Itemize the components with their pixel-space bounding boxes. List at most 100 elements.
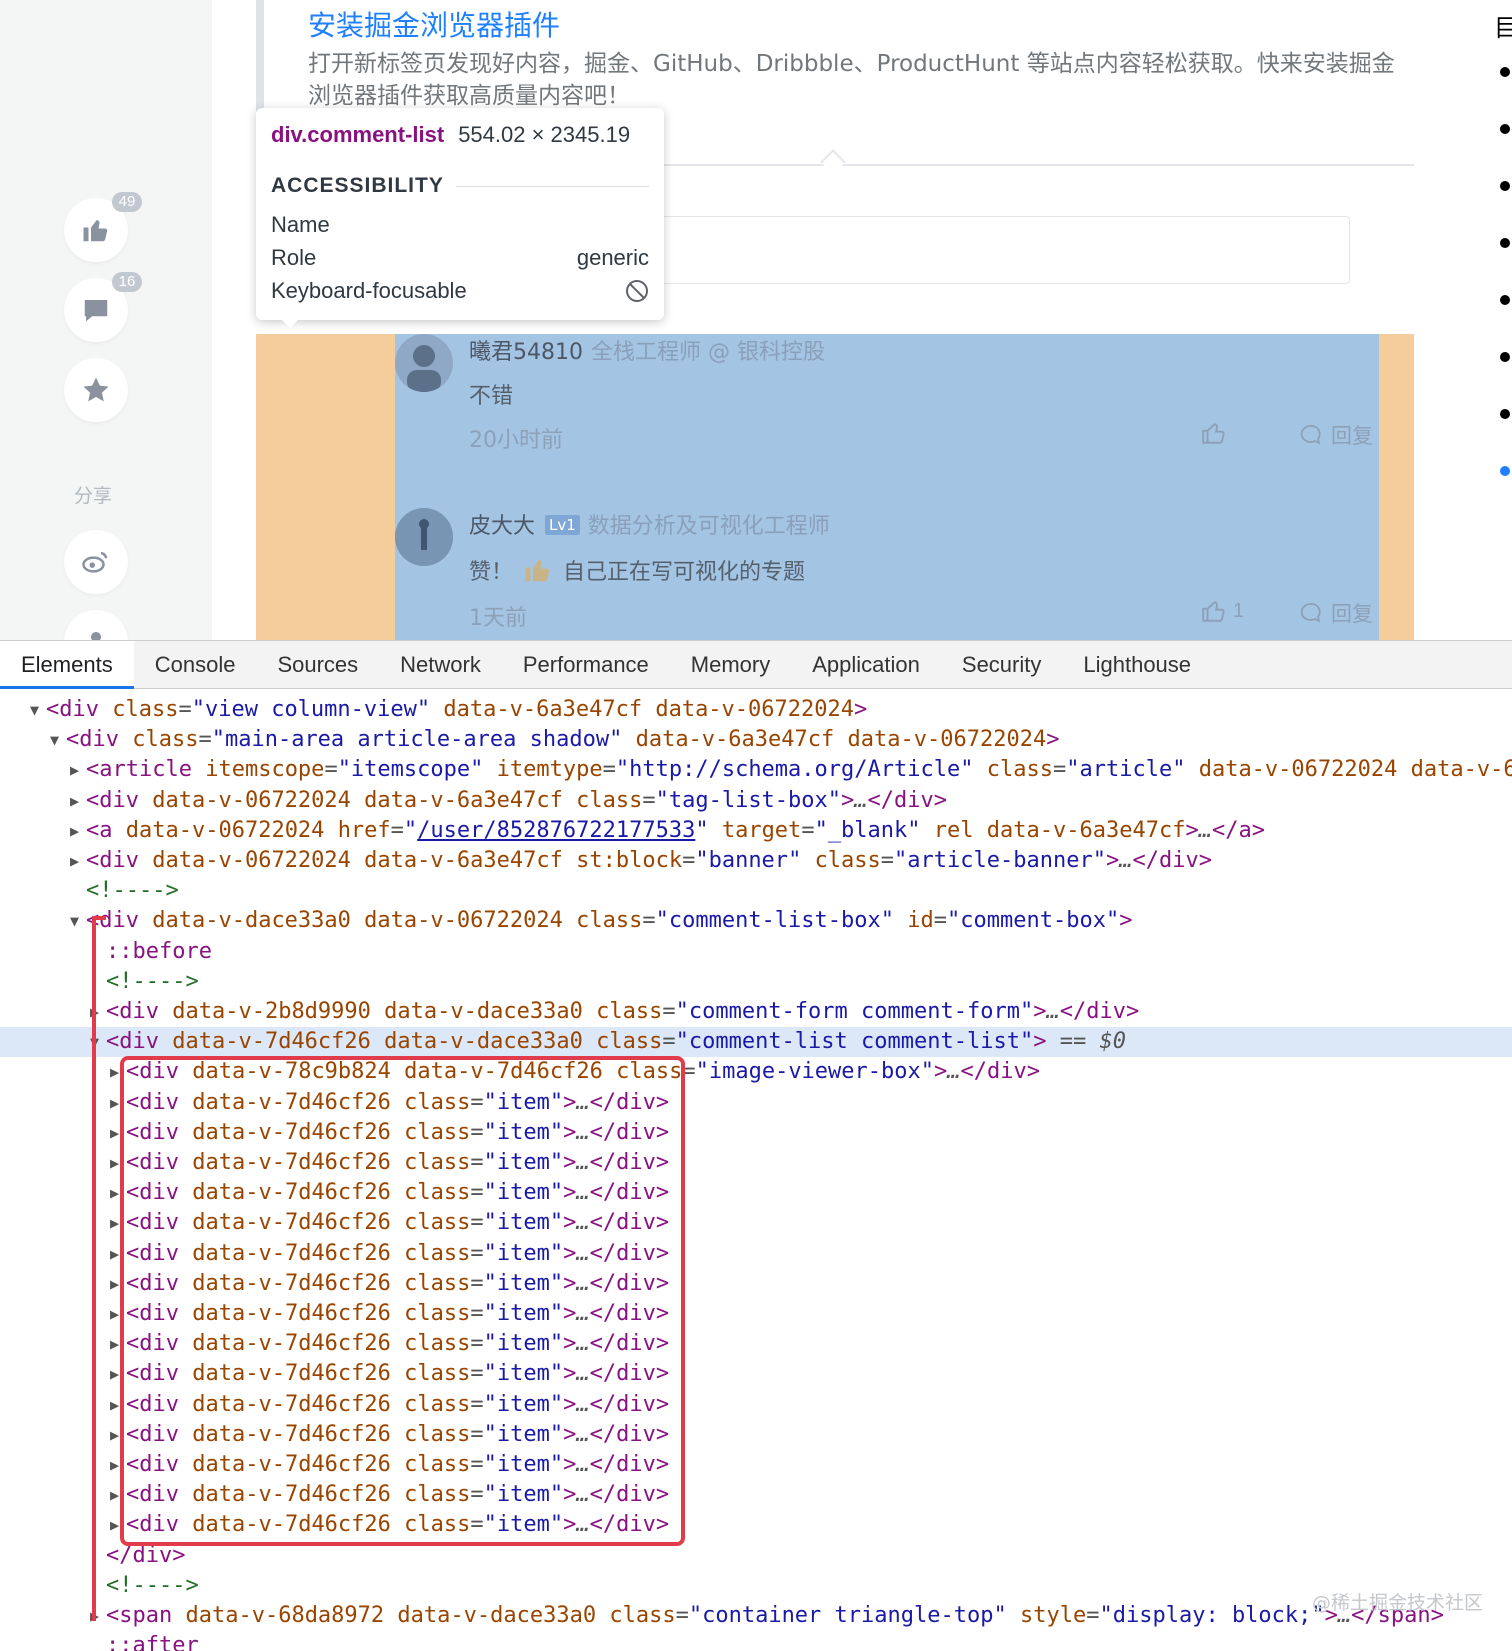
collapse-triangle-icon[interactable]: ▶ [70, 786, 86, 816]
share-label: 分享 [74, 485, 113, 507]
comment-reply-label: 回复 [1331, 424, 1373, 448]
user-level-badge: Lv1 [545, 515, 580, 535]
tooltip-row-label: Role [271, 245, 317, 270]
avatar[interactable] [395, 508, 453, 566]
tooltip-row-role: Role generic [271, 245, 649, 271]
share-icon [91, 632, 101, 640]
tooltip-row-value: generic [576, 245, 649, 270]
tab-security[interactable]: Security [941, 641, 1062, 689]
comment-author-name[interactable]: 皮大大 [469, 514, 535, 539]
tooltip-row-label: Keyboard-focusable [271, 278, 467, 303]
comment-text-before: 赞！ [469, 560, 514, 585]
like-button[interactable]: 49 [64, 192, 142, 262]
collapse-triangle-icon[interactable]: ▶ [70, 846, 86, 876]
comment-author[interactable]: 皮大大 Lv1 数据分析及可视化工程师 [469, 508, 830, 540]
comment-button[interactable]: 16 [64, 272, 142, 342]
dom-node-article[interactable]: ▶ <article itemscope="itemscope" itemtype… [0, 755, 1512, 785]
reply-bubble-icon [1300, 425, 1321, 445]
tooltip-header: div.comment-list 554.02 × 2345.19 [271, 122, 649, 148]
reply-bubble-icon [1300, 603, 1321, 623]
weibo-share-button[interactable] [64, 530, 128, 594]
comment-reply-label: 回复 [1331, 602, 1373, 626]
inspector-tooltip: div.comment-list 554.02 × 2345.19 ACCESS… [256, 108, 664, 320]
weibo-icon [82, 552, 108, 573]
tab-network[interactable]: Network [379, 641, 502, 689]
like-count-badge: 49 [112, 192, 142, 212]
dom-node-triangle[interactable]: ▶<span data-v-68da8972 data-v-dace33a0 c… [0, 1601, 1512, 1631]
tooltip-divider [455, 185, 649, 187]
tooltip-selector: div.comment-list [271, 122, 444, 148]
annotation-bracket-top [92, 916, 106, 920]
banner-accent-strip [256, 0, 264, 120]
wechat-share-button[interactable] [64, 610, 128, 640]
tooltip-row-name: Name [271, 212, 649, 238]
expand-triangle-icon[interactable]: ▼ [50, 725, 66, 755]
thumbs-up-icon [1202, 423, 1225, 444]
comment-like-count: 1 [1233, 599, 1245, 622]
thumbs-up-emoji-icon [525, 560, 550, 582]
dom-pseudo-after[interactable]: ::after [0, 1631, 1512, 1651]
comment-reply-button[interactable]: 回复 [1299, 420, 1373, 450]
tab-console[interactable]: Console [134, 641, 257, 689]
comment-like-button[interactable]: 1 [1201, 598, 1244, 624]
dom-comment-node[interactable]: <!----> [0, 967, 1512, 997]
dom-node-banner[interactable]: ▶ <div data-v-06722024 data-v-6a3e47cf st… [0, 846, 1512, 876]
dom-node-author-link[interactable]: ▶ <a data-v-06722024 href="/user/85287672… [0, 816, 1512, 846]
comment-author[interactable]: 曦君54810 全栈工程师 @ 银科控股 [469, 334, 825, 366]
toc-panel [1457, 0, 1512, 640]
dom-node-comment-form[interactable]: ▶<div data-v-2b8d9990 data-v-dace33a0 cl… [0, 997, 1512, 1027]
expand-triangle-icon[interactable]: ▼ [70, 906, 86, 936]
collect-button[interactable] [64, 358, 128, 422]
comment-input[interactable] [640, 216, 1350, 284]
comment-like-button[interactable] [1201, 420, 1233, 446]
devtools-tab-bar: Elements Console Sources Network Performance… [0, 641, 1512, 689]
toc-item-dot[interactable] [1500, 295, 1510, 305]
annotation-highlight-box [120, 1056, 685, 1546]
tab-lighthouse[interactable]: Lighthouse [1062, 641, 1212, 689]
comment-reply-button[interactable]: 回复 [1299, 598, 1373, 628]
tooltip-dimensions: 554.02 × 2345.19 [458, 122, 631, 147]
tooltip-class: .comment-list [301, 122, 445, 147]
dom-comment-node[interactable]: <!----> [0, 1571, 1512, 1601]
toc-item-dot-active[interactable] [1500, 466, 1510, 476]
comment-count-badge: 16 [112, 272, 142, 292]
tooltip-row-focusable: Keyboard-focusable [271, 278, 649, 304]
dom-node-view[interactable]: ▼ <div class="view column-view" data-v-6a… [0, 695, 1512, 725]
toc-item-dot[interactable] [1500, 67, 1510, 77]
comment-form-divider [640, 164, 1414, 166]
comment-author-title: 数据分析及可视化工程师 [587, 514, 830, 539]
comment-author-name[interactable]: 曦君54810 [469, 340, 583, 365]
tab-sources[interactable]: Sources [256, 641, 379, 689]
comment-list: 曦君54810 全栈工程师 @ 银科控股 不错 20小时前 回复 皮大大 Lv1 数据… [395, 334, 1379, 640]
tooltip-tag: div [271, 122, 302, 147]
collapse-triangle-icon[interactable]: ▶ [70, 755, 86, 785]
toc-item-dot[interactable] [1500, 352, 1510, 362]
tab-elements[interactable]: Elements [0, 641, 134, 689]
comment-time: 1天前 [469, 606, 527, 631]
tab-application[interactable]: Application [791, 641, 941, 689]
star-icon [83, 377, 109, 402]
comment-bubble-icon [84, 300, 108, 322]
dom-node-tag-list[interactable]: ▶ <div data-v-06722024 data-v-6a3e47cf cl… [0, 786, 1512, 816]
tooltip-section-title: ACCESSIBILITY [271, 174, 444, 197]
watermark: @稀土掘金技术社区 [1312, 1592, 1484, 1614]
tab-performance[interactable]: Performance [502, 641, 670, 689]
dom-pseudo-before[interactable]: ::before [0, 937, 1512, 967]
thumbs-up-icon [1202, 601, 1225, 622]
article-suspended-panel: 49 16 分享 [0, 0, 212, 640]
avatar[interactable] [395, 334, 453, 392]
tab-memory[interactable]: Memory [670, 641, 791, 689]
toc-item-dot[interactable] [1500, 238, 1510, 248]
toc-item-dot[interactable] [1500, 409, 1510, 419]
toc-item-dot[interactable] [1500, 181, 1510, 191]
dom-node-main-area[interactable]: ▼ <div class="main-area article-area shad… [0, 725, 1512, 755]
expand-triangle-icon[interactable]: ▼ [30, 695, 46, 725]
banner-title-link[interactable]: 安装掘金浏览器插件 [308, 4, 560, 44]
dom-comment-node[interactable]: <!----> [0, 876, 1512, 906]
tooltip-row-label: Name [271, 212, 330, 237]
toc-item-dot[interactable] [1500, 124, 1510, 134]
comment-time: 20小时前 [469, 428, 563, 453]
dom-node-comment-list-selected[interactable]: ▼<div data-v-7d46cf26 data-v-dace33a0 cl… [0, 1027, 1512, 1058]
dom-node-comment-list-box[interactable]: ▼ <div data-v-dace33a0 data-v-06722024 cl… [0, 906, 1512, 936]
collapse-triangle-icon[interactable]: ▶ [70, 816, 86, 846]
